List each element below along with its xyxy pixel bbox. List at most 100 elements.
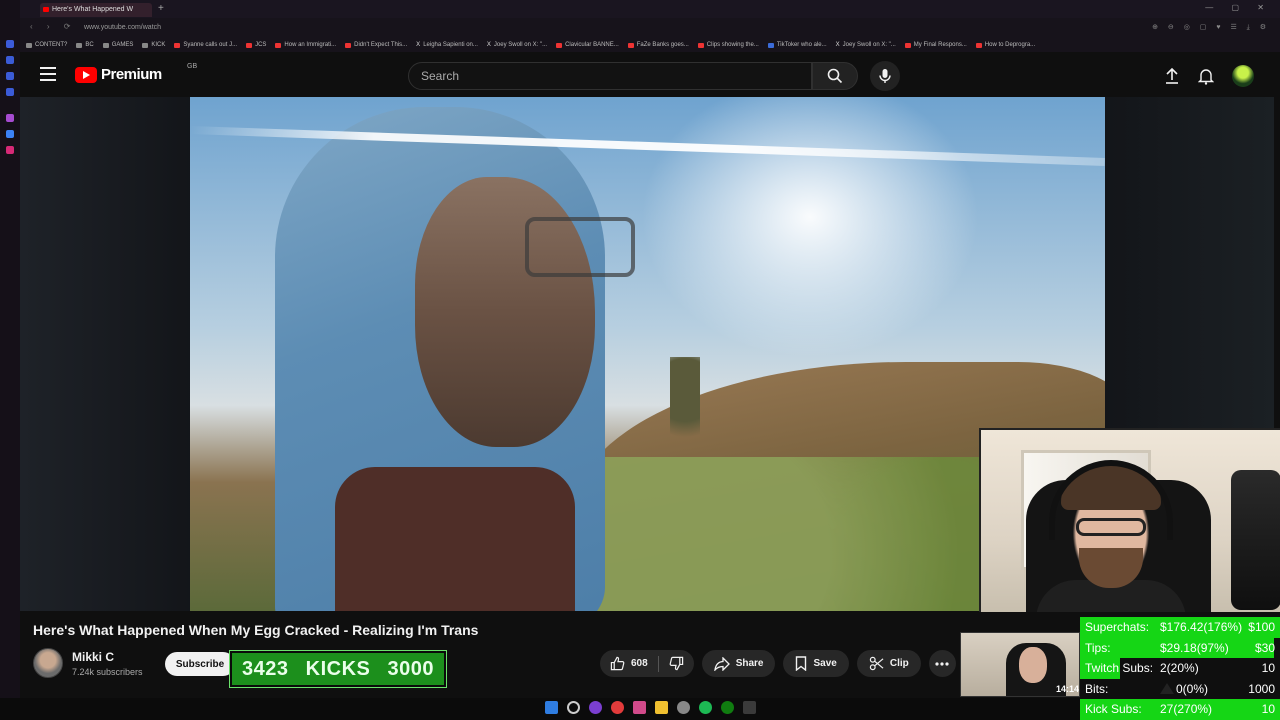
sidebar-app-icon[interactable] [6, 72, 14, 80]
bookmark-label: FaZe Banks goes... [636, 42, 689, 48]
sidebar-app-icon[interactable] [6, 56, 14, 64]
window-controls[interactable]: — ▢ ✕ [1205, 3, 1272, 12]
folder-icon [102, 42, 109, 48]
video-actions: 608 Share Save Clip [600, 650, 956, 677]
bookmark-item[interactable]: Clips showing the... [697, 38, 759, 52]
mini-webcam-time: 14:14 [1056, 684, 1080, 694]
app-icon[interactable] [743, 701, 756, 714]
voice-search-button[interactable] [870, 61, 900, 91]
goal-value: $176.42(176%) [1160, 620, 1243, 634]
bookmark-item[interactable]: My Final Respons... [904, 38, 967, 52]
goal-label: Kick Subs: [1085, 702, 1142, 717]
region-code: GB [187, 63, 198, 70]
bookmark-item[interactable]: Clavicular BANNE... [556, 38, 619, 52]
file-explorer-icon[interactable] [655, 701, 668, 714]
channel-avatar[interactable] [33, 648, 63, 678]
kicks-goal: 3000 [387, 657, 434, 680]
bookmark-icon [796, 656, 807, 671]
bookmark-label: My Final Respons... [913, 42, 967, 48]
bookmark-item[interactable]: X Joey Swoll on X: "... [836, 38, 896, 52]
navigation-buttons[interactable]: ‹ › ⟳ [30, 22, 76, 31]
bookmark-item[interactable]: GAMES [102, 38, 133, 52]
video-title: Here's What Happened When My Egg Cracked… [33, 622, 479, 638]
bookmark-item[interactable]: BC [76, 38, 94, 52]
address-bar: ‹ › ⟳ www.youtube.com/watch ⊕ ⊖ ◎ ▢ ♥ ☰ … [20, 18, 1280, 38]
like-button[interactable]: 608 [600, 650, 658, 677]
save-button[interactable]: Save [783, 650, 849, 677]
goal-value: 0(0%) [1160, 679, 1208, 700]
browser-sidebar [0, 0, 20, 700]
youtube-icon [246, 42, 253, 48]
x-icon: X [486, 42, 491, 48]
bookmark-label: How an Immigrati... [284, 42, 337, 48]
xbox-icon[interactable] [721, 701, 734, 714]
youtube-favicon-icon [43, 7, 49, 12]
search-input[interactable] [409, 63, 811, 89]
bookmarks-bar: CONTENT? BC GAMES KICK Syanne calls out J...… [20, 38, 1280, 52]
bookmark-label: Leigha Sapienti on... [423, 42, 478, 48]
account-avatar[interactable] [1232, 65, 1254, 87]
spotify-icon[interactable] [699, 701, 712, 714]
bookmark-item[interactable]: TikToker who ale... [767, 38, 827, 52]
browser-icon[interactable] [589, 701, 602, 714]
bookmark-item[interactable]: X Joey Swoll on X: "... [487, 38, 547, 52]
bookmark-label: Syanne calls out J... [183, 42, 238, 48]
share-button[interactable]: Share [701, 650, 776, 677]
x-icon: X [835, 42, 840, 48]
search-icon[interactable] [567, 701, 580, 714]
share-label: Share [735, 658, 764, 669]
upload-icon[interactable] [1164, 67, 1180, 85]
like-count: 608 [631, 658, 648, 669]
bookmark-item[interactable]: FaZe Banks goes... [627, 38, 689, 52]
bits-icon [1160, 682, 1174, 694]
app-icon[interactable] [633, 701, 646, 714]
goal-label: Bits: [1085, 681, 1109, 696]
new-tab-button[interactable]: + [158, 3, 164, 14]
more-actions-button[interactable] [928, 650, 956, 677]
instagram-icon[interactable] [6, 146, 14, 154]
sidebar-app-icon[interactable] [6, 88, 14, 96]
clip-button[interactable]: Clip [856, 650, 921, 677]
twitch-icon[interactable] [6, 114, 14, 122]
tab-title: Here's What Happened W [52, 6, 134, 13]
bookmark-label: Joey Swoll on X: "... [493, 42, 548, 48]
menu-icon[interactable] [40, 67, 56, 81]
goal-value: 2(20%) [1160, 661, 1199, 676]
opera-icon[interactable] [611, 701, 624, 714]
messenger-icon[interactable] [6, 130, 14, 138]
youtube-premium-logo[interactable]: Premium GB [75, 63, 197, 83]
bookmark-item[interactable]: How to Deprogra... [975, 38, 1035, 52]
goal-row: Tips: $29.18(97%) $30 [1080, 637, 1280, 659]
notifications-bell-icon[interactable] [1198, 67, 1214, 85]
windows-start-icon[interactable] [545, 701, 558, 714]
bookmark-item[interactable]: How an Immigrati... [275, 38, 336, 52]
bookmark-item[interactable]: Syanne calls out J... [174, 38, 237, 52]
subscribe-button[interactable]: Subscribe [165, 652, 235, 676]
bookmark-item[interactable]: Didn't Expect This... [345, 38, 407, 52]
bookmark-label: Joey Swoll on X: "... [842, 42, 896, 48]
bookmark-item[interactable]: X Leigha Sapienti on... [416, 38, 478, 52]
bookmark-item[interactable]: JCS [246, 38, 266, 52]
microphone-icon [879, 69, 891, 83]
goal-row: Superchats: $176.42(176%) $100 [1080, 617, 1280, 638]
video-player[interactable] [190, 97, 1105, 611]
channel-name[interactable]: Mikki C [72, 650, 114, 664]
url-field[interactable]: www.youtube.com/watch [84, 24, 161, 31]
like-dislike-group: 608 [600, 650, 694, 677]
tab-youtube[interactable]: Here's What Happened W [40, 3, 152, 17]
bookmark-item[interactable]: KICK [142, 38, 165, 52]
extension-icons[interactable]: ⊕ ⊖ ◎ ▢ ♥ ☰ ⤓ ⚙ [1152, 23, 1270, 32]
bookmark-label: KICK [151, 42, 166, 48]
share-icon [713, 656, 730, 671]
channel-subscriber-count: 7.24k subscribers [72, 667, 143, 677]
bookmark-item[interactable]: CONTENT? [26, 38, 67, 52]
dislike-button[interactable] [659, 650, 694, 677]
youtube-icon [174, 42, 181, 48]
goal-goal: 10 [1261, 702, 1275, 717]
kicks-goal-overlay: 3423 KICKS 3000 [229, 650, 447, 688]
bookmark-label: Clavicular BANNE... [565, 42, 619, 48]
obs-icon[interactable] [677, 701, 690, 714]
search-button[interactable] [812, 62, 858, 90]
sidebar-app-icon[interactable] [6, 40, 14, 48]
goal-goal: 10 [1261, 661, 1275, 676]
